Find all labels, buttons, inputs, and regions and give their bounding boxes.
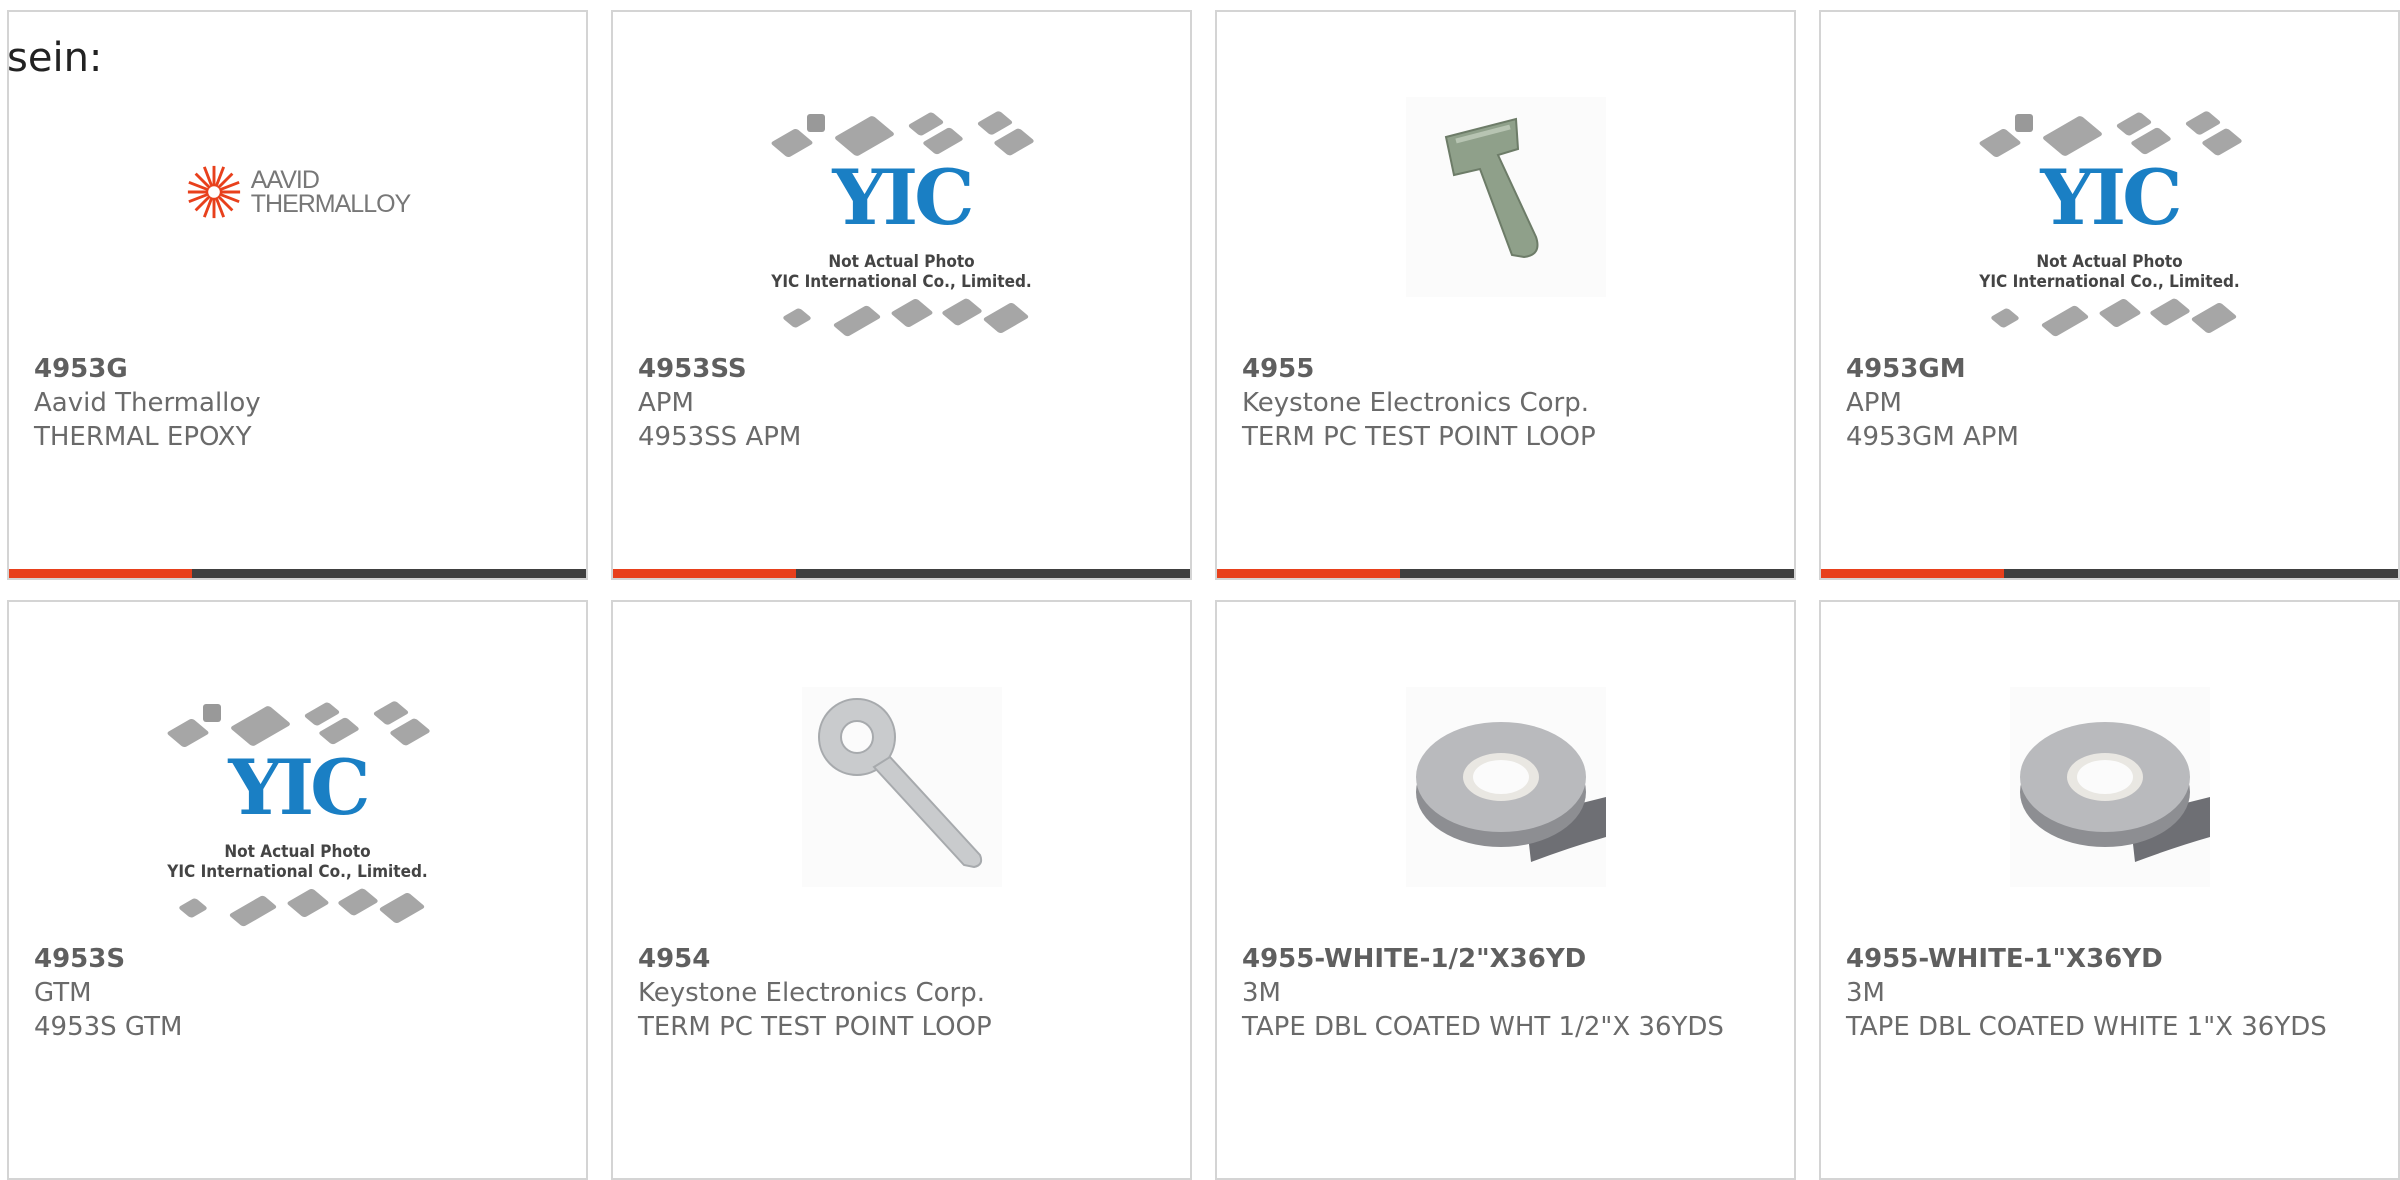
manufacturer: 3M (1242, 978, 1281, 1008)
part-number[interactable]: 4953S (34, 942, 566, 976)
part-number[interactable]: 4955-WHITE-1"X36YD (1846, 942, 2378, 976)
manufacturer: APM (1846, 388, 1902, 418)
product-card[interactable]: YIC Not Actual Photo YIC International C… (1819, 10, 2400, 580)
part-number[interactable]: 4953SS (638, 352, 1170, 386)
product-image: YIC Not Actual Photo YIC International C… (9, 687, 586, 947)
product-image (1821, 657, 2398, 917)
card-bar (613, 569, 1190, 578)
product-card[interactable]: 4955-WHITE-1"X36YD 3M TAPE DBL COATED WH… (1819, 600, 2400, 1180)
product-card[interactable]: YIC Not Actual Photo YIC International C… (7, 600, 588, 1180)
description: 4953S GTM (34, 1012, 183, 1042)
description: 4953SS APM (638, 422, 802, 452)
description: TERM PC TEST POINT LOOP (638, 1012, 992, 1042)
product-card[interactable]: AAVID THERMALLOY 4953G Aavid Thermalloy … (7, 10, 588, 580)
manufacturer: APM (638, 388, 694, 418)
description: TERM PC TEST POINT LOOP (1242, 422, 1596, 452)
description: 4953GM APM (1846, 422, 2019, 452)
product-image (1217, 657, 1794, 917)
test-point-loop-icon (801, 687, 1002, 887)
test-point-tab-icon (1405, 97, 1606, 297)
not-actual-photo-placeholder: YIC Not Actual Photo YIC International C… (1975, 102, 2245, 352)
manufacturer: Keystone Electronics Corp. (1242, 388, 1590, 418)
part-number[interactable]: 4953GM (1846, 352, 2378, 386)
product-image: AAVID THERMALLOY (9, 42, 586, 342)
tape-roll-icon (2009, 687, 2210, 887)
card-bar (1217, 569, 1794, 578)
not-actual-photo-placeholder: YIC Not Actual Photo YIC International C… (767, 102, 1037, 352)
aavid-logo: AAVID THERMALLOY (185, 163, 411, 221)
description: THERMAL EPOXY (34, 422, 252, 452)
sunburst-icon (187, 165, 240, 219)
product-image (613, 657, 1190, 917)
product-image: YIC Not Actual Photo YIC International C… (613, 97, 1190, 357)
part-number[interactable]: 4955 (1242, 352, 1774, 386)
part-number[interactable]: 4953G (34, 352, 566, 386)
product-card[interactable]: 4954 Keystone Electronics Corp. TERM PC … (611, 600, 1192, 1180)
description: TAPE DBL COATED WHITE 1"X 36YDS (1846, 1012, 2327, 1042)
product-image (1217, 67, 1794, 327)
card-bar (9, 569, 586, 578)
manufacturer: Keystone Electronics Corp. (638, 978, 986, 1008)
product-card[interactable]: 4955 Keystone Electronics Corp. TERM PC … (1215, 10, 1796, 580)
part-number[interactable]: 4955-WHITE-1/2"X36YD (1242, 942, 1774, 976)
product-image: YIC Not Actual Photo YIC International C… (1821, 97, 2398, 357)
manufacturer: Aavid Thermalloy (34, 388, 261, 418)
card-bar (1821, 569, 2398, 578)
product-card[interactable]: YIC Not Actual Photo YIC International C… (611, 10, 1192, 580)
description: TAPE DBL COATED WHT 1/2"X 36YDS (1242, 1012, 1724, 1042)
page-heading-fragment: sein: (7, 35, 103, 81)
tape-roll-icon (1405, 687, 1606, 887)
product-card[interactable]: 4955-WHITE-1/2"X36YD 3M TAPE DBL COATED … (1215, 600, 1796, 1180)
not-actual-photo-placeholder: YIC Not Actual Photo YIC International C… (163, 692, 433, 942)
manufacturer: GTM (34, 978, 92, 1008)
part-number[interactable]: 4954 (638, 942, 1170, 976)
manufacturer: 3M (1846, 978, 1885, 1008)
